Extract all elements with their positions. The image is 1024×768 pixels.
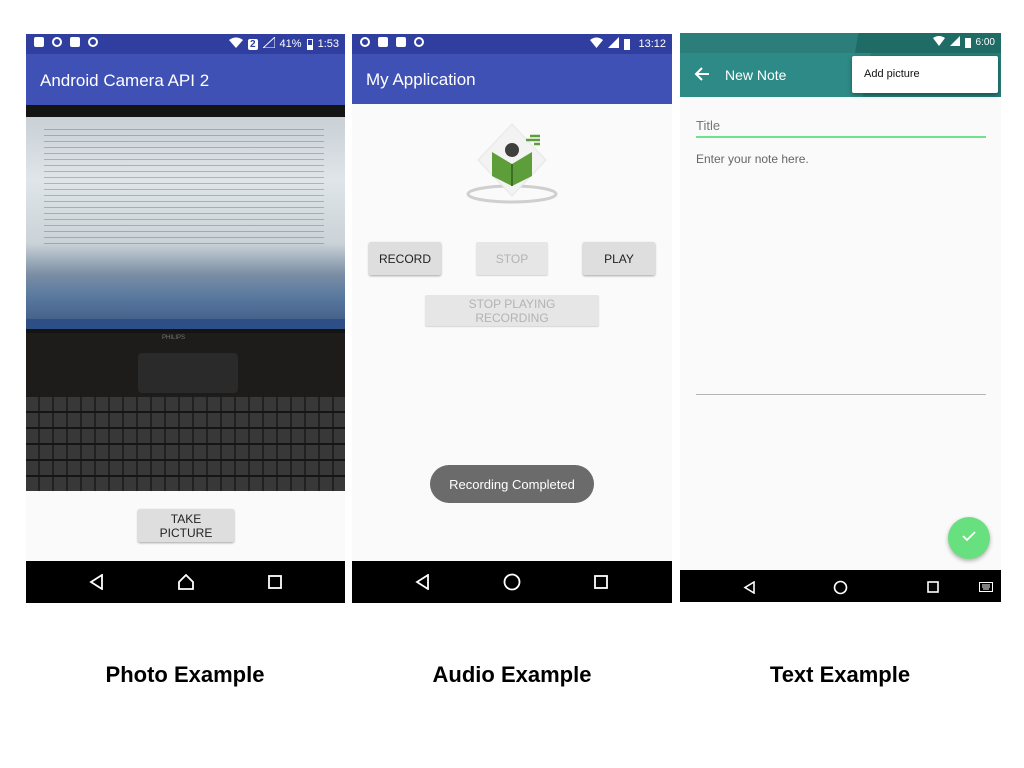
- battery-icon: [964, 37, 971, 48]
- take-picture-button[interactable]: TAKE PICTURE: [138, 509, 234, 542]
- home-icon[interactable]: [173, 569, 199, 595]
- battery-icon: [306, 38, 313, 50]
- toast-message: Recording Completed: [430, 465, 594, 503]
- keyboard-rows: [26, 397, 345, 491]
- clipboard-icon: [70, 37, 80, 47]
- stop-button[interactable]: STOP: [476, 242, 548, 275]
- keyboard-icon[interactable]: [973, 574, 999, 600]
- play-button[interactable]: PLAY: [583, 242, 655, 275]
- note-title: New Note: [725, 67, 787, 83]
- record-button[interactable]: RECORD: [369, 242, 441, 275]
- status-time: 6:00: [975, 37, 995, 48]
- nav-bar: [680, 570, 1001, 602]
- back-icon[interactable]: [736, 574, 762, 600]
- photo-example-phone: 2 41% 1:53 Android Camera API 2 PHILIPS …: [26, 34, 345, 603]
- app-title: Android Camera API 2: [40, 71, 210, 90]
- home-icon[interactable]: [827, 574, 853, 600]
- title-input[interactable]: Title: [696, 118, 986, 138]
- audio-example-caption: Audio Example: [432, 662, 592, 687]
- stop-playing-recording-button[interactable]: STOP PLAYING RECORDING: [425, 295, 599, 326]
- overflow-menu: Add picture: [852, 56, 998, 93]
- image-icon: [34, 37, 44, 47]
- app-bar: My Application: [352, 54, 672, 104]
- wifi-icon: [590, 37, 604, 51]
- recents-icon[interactable]: [588, 569, 614, 595]
- recents-icon[interactable]: [920, 574, 946, 600]
- monitor-taskbar: [26, 319, 345, 329]
- save-fab[interactable]: [948, 517, 990, 559]
- monitor-brand: PHILIPS: [162, 335, 186, 341]
- note-body-input[interactable]: Enter your note here.: [696, 152, 986, 395]
- signal-icon: [261, 35, 276, 51]
- status-time: 13:12: [638, 38, 666, 50]
- back-arrow-icon[interactable]: [694, 66, 710, 87]
- message-icon: [378, 37, 388, 47]
- check-icon: [962, 529, 976, 547]
- status-bar: 2 41% 1:53: [26, 34, 345, 54]
- text-example-phone: 6:00 New Note Add picture Title Enter yo…: [680, 33, 1001, 602]
- wifi-icon: [228, 37, 243, 51]
- wifi-icon: [932, 36, 945, 49]
- text-example-caption: Text Example: [769, 662, 911, 687]
- recents-icon[interactable]: [262, 569, 288, 595]
- app-logo: [466, 122, 558, 206]
- photo-example-caption: Photo Example: [105, 662, 265, 687]
- nav-bar: [352, 561, 672, 603]
- signal-icon: [608, 37, 620, 51]
- battery-percent: 41%: [279, 38, 302, 50]
- android-icon: [88, 37, 98, 47]
- camera-preview: PHILIPS: [26, 105, 345, 491]
- app-bar: Android Camera API 2: [26, 54, 345, 105]
- status-bar: 13:12: [352, 34, 672, 54]
- menu-item-add-picture[interactable]: Add picture: [864, 68, 920, 80]
- status-bar: 6:00: [680, 33, 1001, 53]
- back-icon[interactable]: [410, 569, 436, 595]
- back-icon[interactable]: [84, 569, 110, 595]
- battery-icon: [624, 38, 631, 50]
- status-time: 1:53: [317, 38, 339, 50]
- bulb-icon: [52, 37, 62, 47]
- audio-example-phone: 13:12 My Application RECORD STOP PLAY ST…: [352, 34, 672, 603]
- monitor-base: [138, 353, 238, 393]
- home-icon[interactable]: [499, 569, 525, 595]
- app-title: My Application: [366, 70, 476, 89]
- code-editor-area: [44, 129, 324, 249]
- nav-bar: [26, 561, 345, 603]
- google-plus-icon: [396, 37, 406, 47]
- sim-badge: 2: [247, 38, 258, 50]
- hangouts-icon: [360, 37, 370, 47]
- signal-icon: [949, 36, 960, 49]
- android-icon: [414, 37, 424, 47]
